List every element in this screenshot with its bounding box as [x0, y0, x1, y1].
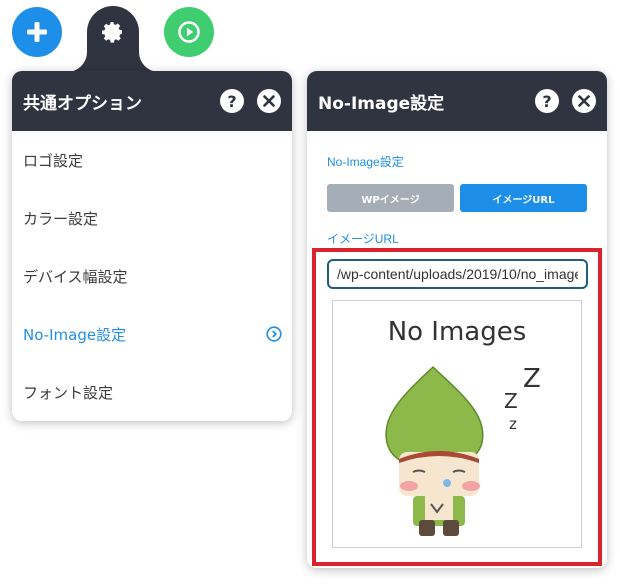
- chevron-right-icon: [266, 326, 282, 342]
- panel-header: No-Image設定 ?: [307, 71, 607, 131]
- help-icon: ?: [227, 91, 237, 111]
- menu-item-logo[interactable]: ロゴ設定: [12, 131, 292, 189]
- add-button[interactable]: [12, 7, 62, 57]
- menu-item-color[interactable]: カラー設定: [12, 189, 292, 247]
- menu-item-no-image[interactable]: No-Image設定: [12, 305, 292, 363]
- panel-header: 共通オプション ?: [12, 71, 292, 131]
- zzz-large: Z: [523, 364, 541, 394]
- no-image-panel: No-Image設定 ? No-Image設定 WPイメージ イメージURL イ…: [307, 71, 607, 568]
- url-label: イメージURL: [327, 232, 399, 246]
- close-button[interactable]: [572, 89, 596, 113]
- menu-item-label: ロゴ設定: [23, 151, 84, 170]
- no-image-preview: No Images Z Z z: [332, 300, 582, 548]
- menu-item-label: デバイス幅設定: [23, 267, 128, 286]
- gear-icon: [102, 22, 122, 43]
- preview-heading: No Images: [388, 317, 527, 347]
- play-icon: [178, 21, 200, 43]
- settings-tab[interactable]: [87, 6, 139, 72]
- close-icon: [578, 95, 590, 107]
- help-button[interactable]: ?: [535, 89, 559, 113]
- image-url-input[interactable]: [327, 259, 588, 289]
- menu-item-label: カラー設定: [23, 209, 99, 228]
- plus-icon: [27, 22, 47, 42]
- wp-image-button[interactable]: WPイメージ: [327, 184, 454, 212]
- help-icon: ?: [542, 91, 552, 111]
- common-options-panel: 共通オプション ? ロゴ設定 カラー設定 デバイス幅設定 No-Image設定 …: [12, 71, 292, 421]
- close-icon: [263, 95, 275, 107]
- image-url-button[interactable]: イメージURL: [460, 184, 587, 212]
- panel-title: No-Image設定: [318, 93, 445, 114]
- menu-item-device-width[interactable]: デバイス幅設定: [12, 247, 292, 305]
- menu-item-font[interactable]: フォント設定: [12, 363, 292, 421]
- section-label: No-Image設定: [327, 155, 404, 169]
- help-button[interactable]: ?: [220, 89, 244, 113]
- menu-item-label: フォント設定: [23, 383, 114, 402]
- tab-curve-left: [67, 52, 87, 72]
- tab-curve-right: [139, 52, 159, 72]
- panel-title: 共通オプション: [23, 93, 142, 114]
- close-button[interactable]: [257, 89, 281, 113]
- no-image-illustration: No Images Z Z z: [385, 317, 541, 536]
- zzz-medium: Z: [504, 389, 518, 413]
- zzz-small: z: [509, 415, 517, 433]
- preview-button[interactable]: [164, 7, 214, 57]
- menu-item-label: No-Image設定: [23, 325, 127, 344]
